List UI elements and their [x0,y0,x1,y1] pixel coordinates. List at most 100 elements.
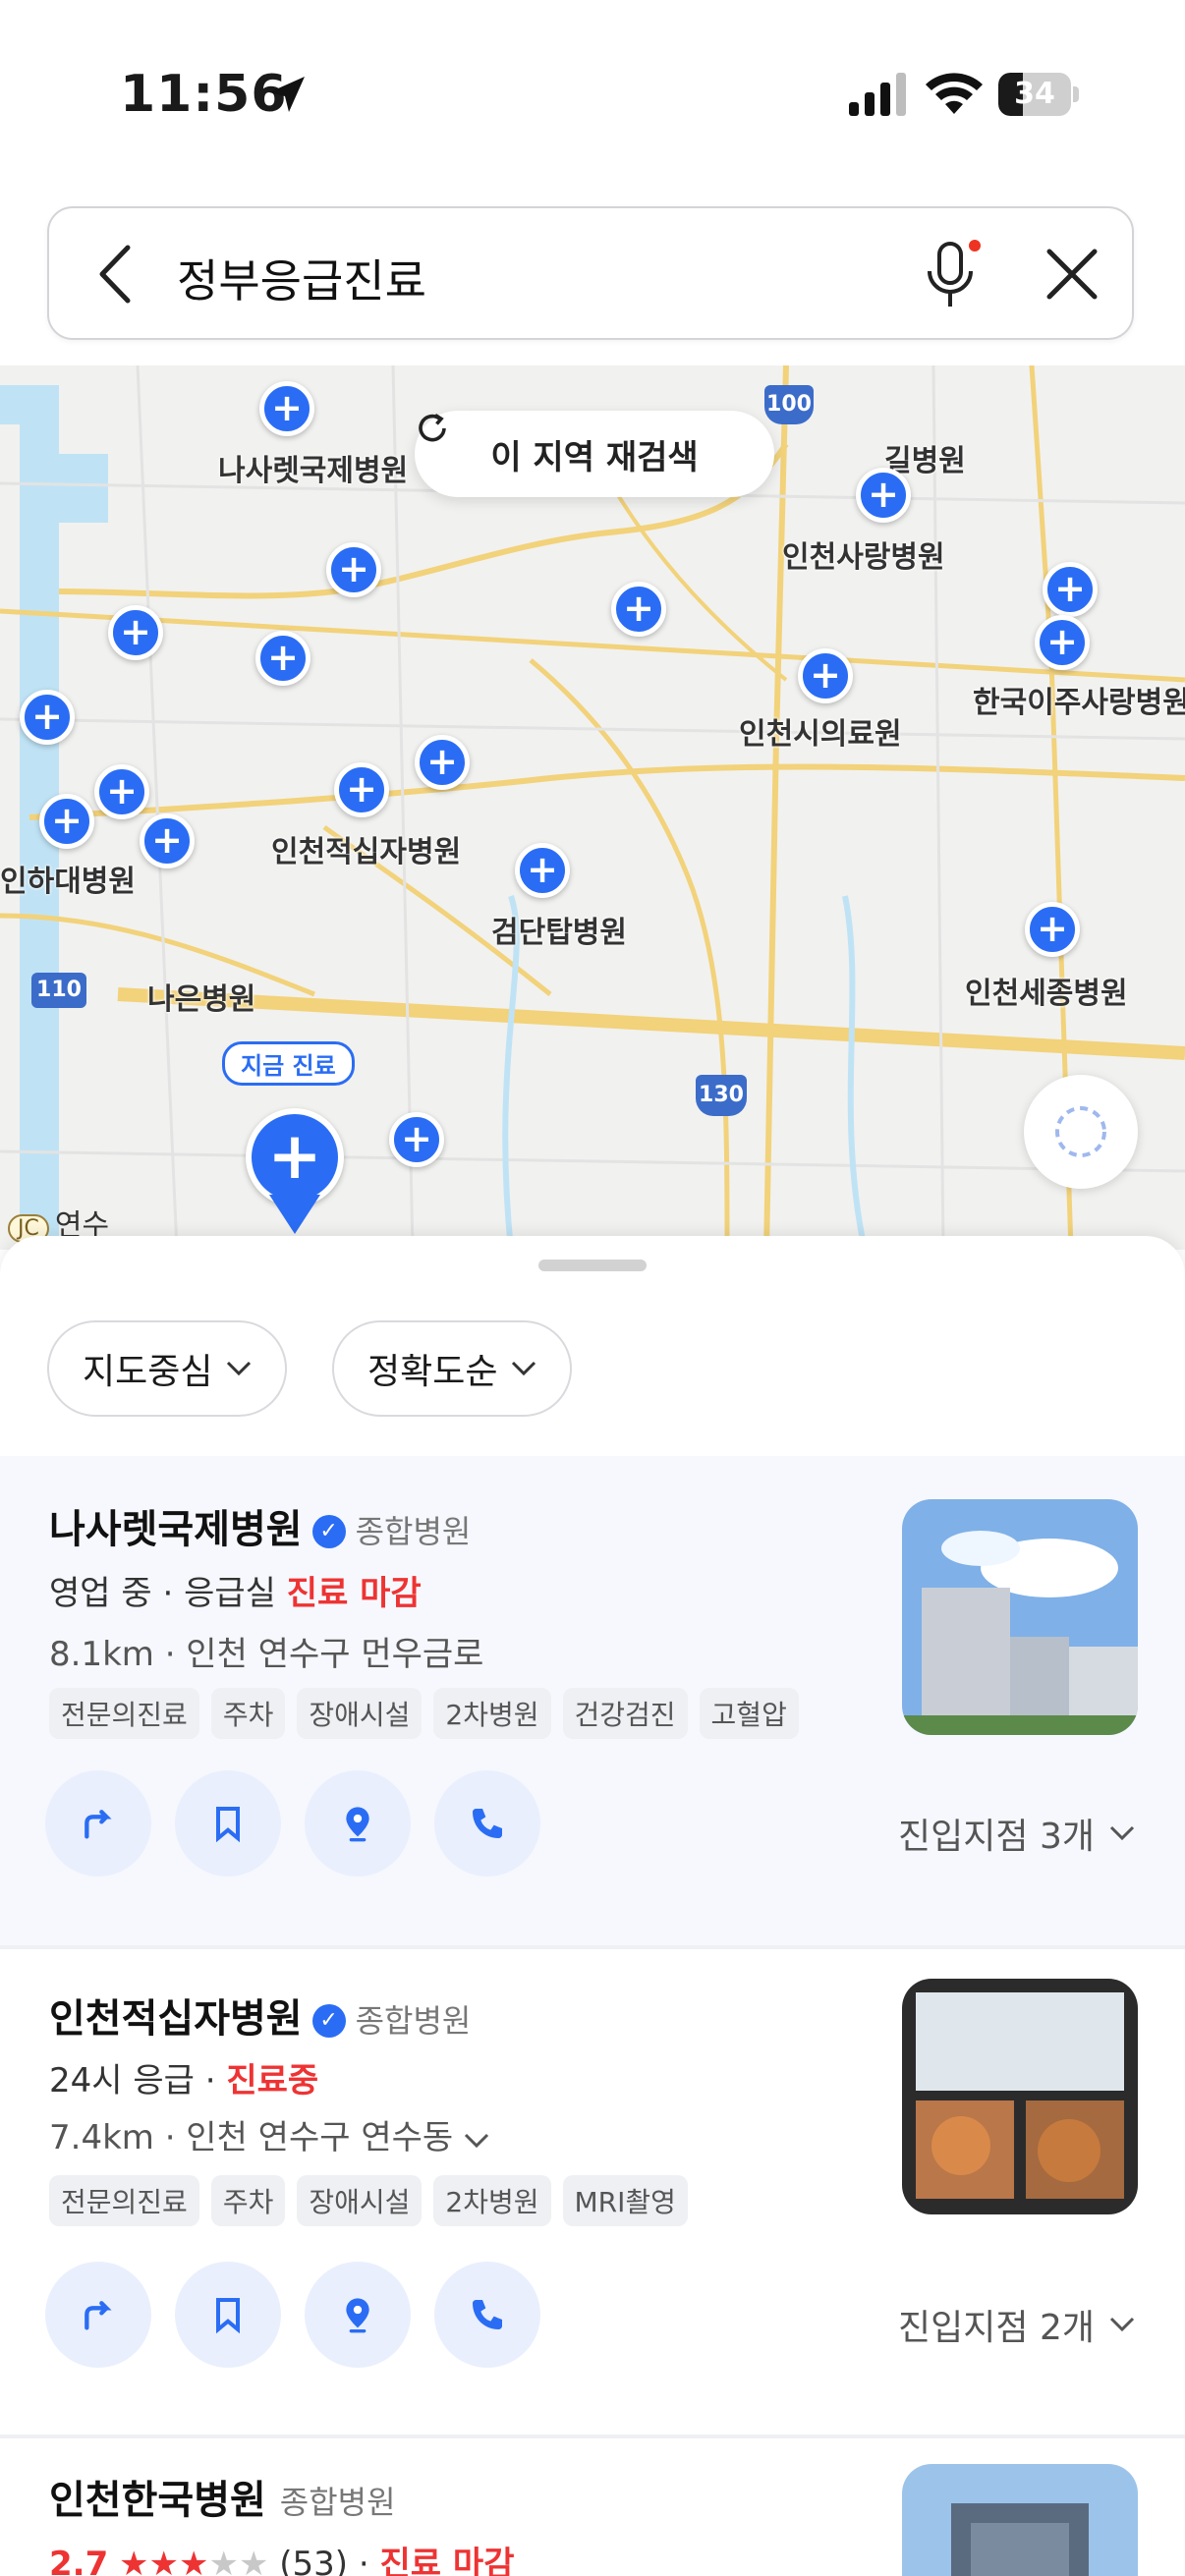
result-tags: 전문의진료 주차 장애시설 2차병원 건강검진 고혈압 [49,1688,799,1739]
hospital-pin[interactable]: + [255,631,310,686]
verified-badge-icon: ✓ [311,1515,346,1548]
result-address[interactable]: 7.4km · 인천 연수구 연수동 [49,2110,489,2158]
hospital-pin[interactable]: + [20,690,75,745]
directions-button[interactable] [45,1770,151,1876]
hospital-pin[interactable]: + [611,582,666,637]
search-this-area-label: 이 지역 재검색 [490,437,699,477]
sheet-grabber[interactable] [538,1260,647,1271]
result-photo[interactable] [902,1499,1138,1735]
result-photo[interactable] [902,2464,1138,2576]
results-sheet[interactable]: 지도중심 정확도순 나사렛국제병원 ✓ 종합병원 영업 중 · 응급실 진료 마감 … [0,1236,1185,2576]
hospital-pin[interactable]: + [856,468,911,523]
entry-points-toggle[interactable]: 진입지점 2개 [898,2299,1136,2350]
map-label: 인하대병원 [0,865,136,899]
map-roads [0,365,1185,1250]
result-title[interactable]: 인천한국병원 종합병원 [49,2468,396,2525]
battery-icon: 34 [998,73,1079,118]
result-status: 24시 응급 · 진료중 [49,2061,319,2100]
result-card[interactable]: 인천한국병원 종합병원 2.7 ★★★★★ (53) · 진료 마감 [0,2438,1185,2576]
result-tags: 전문의진료 주차 장애시설 2차병원 MRI촬영 [49,2175,688,2226]
map-location-button[interactable] [305,2262,411,2368]
hospital-pin[interactable]: + [798,648,853,703]
hospital-pin[interactable]: + [108,605,163,660]
refresh-icon [419,413,446,442]
search-query[interactable]: 정부응급진료 [177,246,426,310]
filter-chip-sort[interactable]: 정확도순 [332,1320,573,1417]
entry-points-toggle[interactable]: 진입지점 3개 [898,1808,1136,1859]
hospital-pin[interactable]: + [140,813,195,868]
selected-pin-tail [269,1195,320,1234]
map-location-button[interactable] [305,1770,411,1876]
clear-search-icon[interactable] [1042,244,1102,305]
map-pin-icon [346,2298,369,2333]
chevron-down-icon [1109,1825,1135,1841]
hospital-pin[interactable]: + [39,794,94,849]
map-label: 한국이주사랑병원 [973,686,1185,720]
hospital-pin[interactable]: + [334,762,389,817]
battery-percent: 34 [1014,77,1055,111]
map-label: 검단탑병원 [491,916,627,950]
cellular-signal-icon [849,73,906,116]
back-chevron-icon[interactable] [94,244,134,305]
locate-icon [1055,1106,1106,1157]
status-bar: 11:56 34 [0,0,1185,187]
map-label: 인천시의료원 [739,717,902,752]
chevron-down-icon [464,2133,489,2149]
map-label: 인천적십자병원 [271,835,462,869]
current-location-button[interactable] [1024,1075,1138,1189]
call-button[interactable] [434,2262,540,2368]
microphone-icon[interactable] [920,238,983,312]
directions-icon [85,1810,112,1839]
map-label: 나사렛국제병원 [218,454,409,488]
filter-chip-map-center[interactable]: 지도중심 [47,1320,288,1417]
result-status: 영업 중 · 응급실 진료 마감 [49,1574,422,1613]
verified-badge-icon: ✓ [311,2004,346,2038]
route-shield-110: 110 [31,973,86,1008]
directions-button[interactable] [45,2262,151,2368]
route-shield-100: 100 [764,385,814,424]
result-title[interactable]: 나사렛국제병원 ✓ 종합병원 [49,1497,471,1554]
bookmark-icon [216,2298,240,2334]
hospital-pin[interactable]: + [1025,902,1080,957]
route-shield-130: 130 [696,1075,747,1116]
result-card[interactable]: 나사렛국제병원 ✓ 종합병원 영업 중 · 응급실 진료 마감 8.1km · 인천… [0,1456,1185,1945]
hospital-pin[interactable]: + [326,542,381,597]
location-arrow-icon [269,77,305,112]
chevron-down-icon [227,1361,252,1376]
hospital-pin[interactable]: + [389,1112,444,1167]
rating-stars: ★★★★★ [119,2545,269,2576]
call-button[interactable] [434,1770,540,1876]
result-card[interactable]: 인천적십자병원 ✓ 종합병원 24시 응급 · 진료중 7.4km · 인천 연수구… [0,1949,1185,2435]
hospital-pin[interactable]: + [1035,615,1090,670]
clock: 11:56 [120,65,288,124]
chevron-down-icon [512,1361,536,1376]
map-pin-icon [346,1807,369,1842]
phone-icon [473,1809,502,1838]
search-this-area-button[interactable]: 이 지역 재검색 [415,411,774,497]
directions-icon [85,2301,112,2330]
open-now-tag: 지금 진료 [222,1041,355,1086]
search-bar[interactable]: 정부응급진료 [47,206,1134,340]
chevron-down-icon [1109,2317,1135,2332]
phone-icon [473,2300,502,2329]
result-actions [45,2262,540,2368]
hospital-pin[interactable]: + [1043,562,1098,617]
result-title[interactable]: 인천적십자병원 ✓ 종합병원 [49,1987,471,2044]
selected-hospital-pin[interactable]: + [246,1108,344,1206]
result-actions [45,1770,540,1876]
result-photo[interactable] [902,1979,1138,2214]
wifi-icon [926,73,983,114]
hospital-pin[interactable]: + [259,381,314,436]
hospital-pin[interactable]: + [415,735,470,790]
map-label: 인천세종병원 [965,977,1128,1011]
hospital-pin[interactable]: + [94,764,149,819]
map-label: 나은병원 [147,982,256,1017]
bookmark-icon [216,1807,240,1843]
bookmark-button[interactable] [175,1770,281,1876]
bookmark-button[interactable] [175,2262,281,2368]
result-address: 8.1km · 인천 연수구 먼우금로 [49,1635,484,1674]
hospital-pin[interactable]: + [515,843,570,898]
map-view[interactable]: 100 110 130 이 지역 재검색 나사렛국제병원 길병원 인천적십자병원… [0,365,1185,1250]
result-rating: 2.7 ★★★★★ (53) · 진료 마감 [49,2537,514,2576]
map-label: 인천사랑병원 [782,540,945,575]
